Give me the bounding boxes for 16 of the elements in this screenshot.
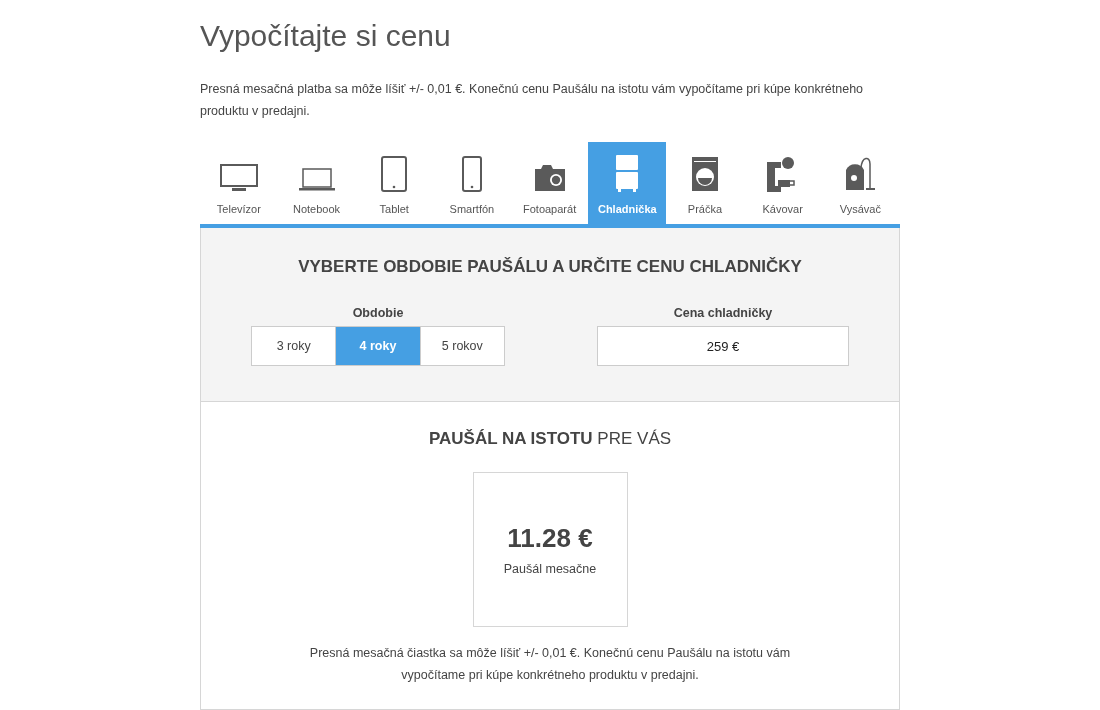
result-heading: PAUŠÁL NA ISTOTU PRE VÁS	[428, 428, 672, 450]
phone-icon	[461, 155, 482, 192]
period-label: Obdobie	[352, 304, 404, 322]
fridge-icon	[615, 153, 640, 192]
result-note: Presná mesačná čiastka sa môže líšiť +/- 0,01 €. Konečnú cenu Paušálu na istotu vám vypočítame pri kúpe konkrétneho produktu v predajni.	[308, 644, 792, 684]
monthly-amount: 11.28 €	[507, 522, 593, 556]
price-field[interactable]: 259 €	[597, 326, 849, 367]
washing-machine-icon	[690, 155, 719, 192]
intro-text: Presná mesačná platba sa môže líšiť +/- 0,01 €. Konečnú cenu Paušálu na istotu vám vypočítame pri kúpe konkrétneho produktu v predajni.	[200, 81, 865, 120]
price-label: Cena chladničky	[673, 304, 773, 322]
tv-icon	[219, 163, 258, 192]
settings-heading: VYBERTE OBDOBIE PAUŠÁLU A URČITE CENU CHLADNIČKY	[297, 256, 803, 278]
tablet-icon	[381, 155, 408, 192]
amount-caption: Paušál mesačne	[503, 561, 597, 579]
laptop-icon	[298, 167, 335, 192]
page-title: Vypočítajte si cenu	[200, 18, 452, 54]
